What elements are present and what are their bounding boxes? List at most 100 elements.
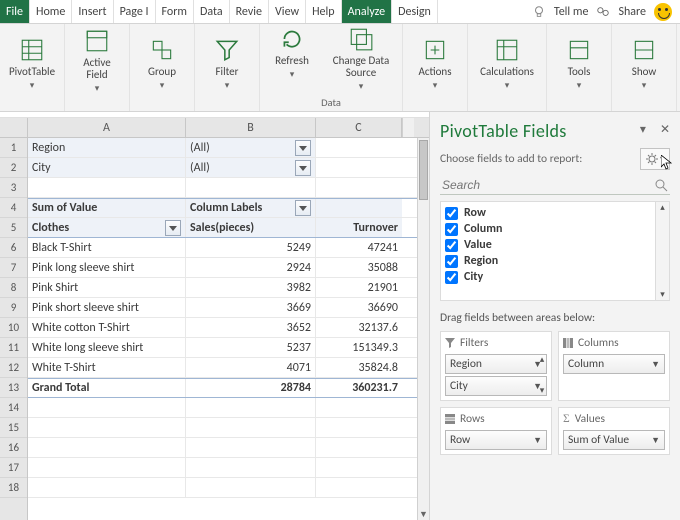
- scroll-up-icon[interactable]: ▴: [660, 202, 665, 213]
- chevron-up-icon[interactable]: ▴: [540, 354, 545, 365]
- pane-tools-button[interactable]: ▾: [640, 148, 670, 170]
- field-checkbox-region[interactable]: [445, 255, 458, 268]
- cell[interactable]: [316, 458, 402, 477]
- cell[interactable]: Pink long sleeve shirt: [28, 258, 186, 277]
- area-values[interactable]: ΣValues Sum of Value▼: [558, 407, 670, 455]
- cell[interactable]: 35088: [316, 258, 402, 277]
- cell[interactable]: [186, 438, 316, 457]
- row-header[interactable]: 1: [0, 138, 27, 158]
- chevron-down-icon[interactable]: ▾: [540, 385, 545, 396]
- tab-view[interactable]: View: [269, 0, 306, 23]
- cell[interactable]: [186, 178, 316, 197]
- field-checkbox-city[interactable]: [445, 271, 458, 284]
- row-header[interactable]: 12: [0, 358, 27, 378]
- cell[interactable]: 35824.8: [316, 358, 402, 377]
- field-search-input[interactable]: [442, 178, 654, 192]
- field-search[interactable]: [440, 176, 670, 195]
- cell[interactable]: [28, 418, 186, 437]
- cell[interactable]: Pink short sleeve shirt: [28, 298, 186, 317]
- row-header[interactable]: 7: [0, 258, 27, 278]
- refresh-button[interactable]: Refresh ▾: [268, 26, 316, 80]
- area-rows[interactable]: Rows Row▼: [440, 407, 552, 455]
- cell[interactable]: 36690: [316, 298, 402, 317]
- row-header[interactable]: 4: [0, 198, 27, 218]
- cell[interactable]: 5237: [186, 338, 316, 357]
- cells[interactable]: Region (All) City (All) Sum of Value Col…: [28, 138, 417, 520]
- cell[interactable]: [28, 178, 186, 197]
- tab-data[interactable]: Data: [194, 0, 230, 23]
- row-header[interactable]: 5: [0, 218, 27, 238]
- cell[interactable]: [28, 458, 186, 477]
- tab-insert[interactable]: Insert: [72, 0, 113, 23]
- tools-button[interactable]: Tools ▾: [555, 37, 603, 91]
- filter-dropdown-icon[interactable]: [295, 200, 311, 216]
- col-header-C[interactable]: C: [316, 118, 402, 137]
- group-button[interactable]: Group ▾: [138, 37, 186, 91]
- tell-me[interactable]: Tell me: [554, 5, 589, 19]
- cell[interactable]: [186, 398, 316, 417]
- scroll-down-icon[interactable]: ▼: [418, 508, 429, 520]
- actions-button[interactable]: Actions ▾: [411, 37, 459, 91]
- cell[interactable]: [28, 478, 186, 497]
- reorder-arrows[interactable]: ▴▾: [535, 354, 549, 396]
- vertical-scrollbar[interactable]: ▲ ▼: [417, 138, 429, 520]
- row-header[interactable]: 10: [0, 318, 27, 338]
- cell[interactable]: [316, 398, 402, 417]
- cell[interactable]: 28784: [186, 379, 316, 397]
- cell[interactable]: 47241: [316, 238, 402, 257]
- cell[interactable]: [316, 418, 402, 437]
- filter-button[interactable]: Filter ▾: [203, 37, 251, 91]
- change-data-source-button[interactable]: Change Data Source ▾: [328, 26, 394, 92]
- cell[interactable]: White long sleeve shirt: [28, 338, 186, 357]
- filter-dropdown-icon[interactable]: [165, 220, 181, 236]
- calculations-button[interactable]: Calculations ▾: [476, 37, 538, 91]
- filter-dropdown-icon[interactable]: [295, 140, 311, 156]
- fieldlist-scrollbar[interactable]: ▴▾: [655, 202, 669, 300]
- cell[interactable]: [316, 199, 402, 217]
- row-header[interactable]: 14: [0, 398, 27, 418]
- field-checkbox-row[interactable]: [445, 207, 458, 220]
- tab-analyze[interactable]: Analyze: [342, 0, 393, 23]
- cell[interactable]: Sum of Value: [28, 199, 186, 217]
- scroll-down-icon[interactable]: ▾: [660, 289, 665, 300]
- cell[interactable]: [186, 478, 316, 497]
- scroll-thumb[interactable]: [419, 140, 428, 200]
- show-button[interactable]: Show ▾: [620, 37, 668, 91]
- cell[interactable]: [316, 178, 402, 197]
- cell[interactable]: Black T-Shirt: [28, 238, 186, 257]
- share-button[interactable]: Share: [618, 5, 646, 19]
- cell[interactable]: (All): [186, 158, 316, 177]
- cell[interactable]: [316, 478, 402, 497]
- cell[interactable]: Clothes: [28, 218, 186, 237]
- row-header[interactable]: 2: [0, 158, 27, 178]
- cell[interactable]: 360231.7: [316, 379, 402, 397]
- cell-grand-total[interactable]: Grand Total: [28, 379, 186, 397]
- chip-row[interactable]: Row▼: [445, 430, 547, 450]
- cell[interactable]: White cotton T-Shirt: [28, 318, 186, 337]
- chip-city[interactable]: City▼: [445, 376, 547, 396]
- pane-dropdown-icon[interactable]: ▾: [640, 122, 646, 137]
- chip-column[interactable]: Column▼: [563, 354, 665, 374]
- area-filters[interactable]: Filters Region▼ City▼ ▴▾: [440, 331, 552, 401]
- field-checkbox-value[interactable]: [445, 239, 458, 252]
- cell[interactable]: [28, 438, 186, 457]
- cell[interactable]: Column Labels: [186, 199, 316, 217]
- row-header[interactable]: 18: [0, 478, 27, 498]
- tab-formulas[interactable]: Form: [156, 0, 194, 23]
- feedback-smiley-icon[interactable]: [654, 3, 672, 21]
- tab-home[interactable]: Home: [30, 0, 72, 23]
- cell[interactable]: [28, 398, 186, 417]
- cell[interactable]: White T-Shirt: [28, 358, 186, 377]
- cell[interactable]: [186, 418, 316, 437]
- cell[interactable]: [316, 438, 402, 457]
- cell[interactable]: City: [28, 158, 186, 177]
- row-header[interactable]: 11: [0, 338, 27, 358]
- cell[interactable]: 21901: [316, 278, 402, 297]
- select-all-corner[interactable]: [0, 118, 28, 137]
- cell[interactable]: (All): [186, 138, 316, 157]
- area-columns[interactable]: Columns Column▼: [558, 331, 670, 401]
- tab-design[interactable]: Design: [392, 0, 438, 23]
- cell[interactable]: Pink Shirt: [28, 278, 186, 297]
- cell[interactable]: Region: [28, 138, 186, 157]
- cell[interactable]: 5249: [186, 238, 316, 257]
